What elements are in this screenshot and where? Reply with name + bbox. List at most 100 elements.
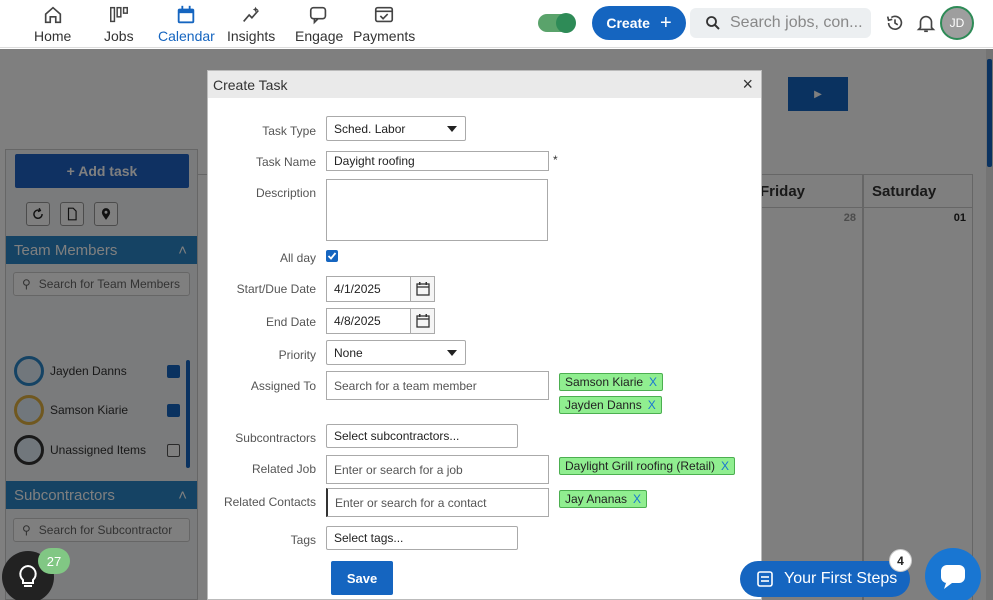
nav-payments[interactable]: Payments <box>353 4 415 44</box>
member-samson[interactable]: Samson Kiarie <box>14 394 184 426</box>
priority-select[interactable]: None <box>326 340 466 365</box>
caret-down-icon <box>447 349 457 356</box>
task-name-input[interactable]: Dayight roofing <box>326 151 549 171</box>
all-day-checkbox[interactable] <box>326 250 338 262</box>
nav-engage-label: Engage <box>295 28 344 44</box>
team-members-title: Team Members <box>14 241 118 259</box>
related-job-label: Related Job <box>251 462 316 476</box>
task-type-value: Sched. Labor <box>334 121 406 136</box>
scrollbar-thumb[interactable] <box>987 59 992 167</box>
task-type-select[interactable]: Sched. Labor <box>326 116 466 141</box>
map-button[interactable] <box>94 202 118 226</box>
day-cell[interactable]: 28 <box>752 207 863 600</box>
member-name: Samson Kiarie <box>50 403 129 417</box>
nav-jobs[interactable]: Jobs <box>104 4 134 44</box>
lightbulb-icon <box>19 564 37 587</box>
nav-home[interactable]: Home <box>34 4 71 44</box>
nav-calendar-label: Calendar <box>158 28 215 44</box>
toggle-switch[interactable] <box>538 13 576 33</box>
subcontractors-title: Subcontractors <box>14 486 115 504</box>
add-task-button[interactable]: + Add task <box>15 154 189 188</box>
first-steps-count-badge: 4 <box>889 549 912 572</box>
chat-button[interactable] <box>925 548 981 600</box>
calendar-icon <box>415 282 430 296</box>
remove-tag-button[interactable]: X <box>648 398 656 412</box>
check-icon <box>327 252 337 260</box>
nav-calendar[interactable]: Calendar <box>158 4 215 44</box>
next-button[interactable]: ▶ <box>788 77 848 111</box>
nav-home-label: Home <box>34 28 72 44</box>
nav-engage[interactable]: Engage <box>295 4 343 44</box>
tag-label: Jayden Danns <box>565 398 642 412</box>
member-checkbox[interactable] <box>167 364 180 378</box>
page-scrollbar[interactable] <box>986 49 993 600</box>
pdf-button[interactable] <box>60 202 84 226</box>
start-date-input[interactable]: 4/1/2025 <box>326 276 411 302</box>
calendar-icon <box>415 314 430 328</box>
team-search-input[interactable]: ⚲ Search for Team Members <box>13 272 190 296</box>
team-members-header[interactable]: Team Members ˄ <box>6 236 197 264</box>
assigned-to-label: Assigned To <box>250 379 316 393</box>
top-nav: Home Jobs Calendar Insights Engage Payme… <box>0 0 993 48</box>
remove-tag-button[interactable]: X <box>721 459 729 473</box>
tags-select[interactable]: Select tags... <box>326 526 518 550</box>
team-search-placeholder: Search for Team Members <box>38 277 180 291</box>
chevron-up-icon: ˄ <box>178 486 187 504</box>
nav-insights-label: Insights <box>227 28 276 44</box>
first-steps-label: Your First Steps <box>784 570 898 587</box>
task-type-label: Task Type <box>262 124 316 138</box>
member-checkbox[interactable] <box>167 403 180 417</box>
user-avatar[interactable]: JD <box>940 6 974 40</box>
refresh-button[interactable] <box>26 202 50 226</box>
plus-icon: + <box>659 12 672 34</box>
required-mark: * <box>553 153 558 167</box>
subcontractors-select[interactable]: Select subcontractors... <box>326 424 518 448</box>
day-label: Saturday <box>872 182 937 200</box>
member-name: Unassigned Items <box>50 443 147 457</box>
job-tag: Daylight Grill roofing (Retail) X <box>559 457 736 475</box>
assigned-to-input[interactable]: Search for a team member <box>326 371 549 400</box>
members-scrollbar[interactable] <box>186 360 190 468</box>
subcontractors-header[interactable]: Subcontractors ˄ <box>6 481 197 509</box>
end-date-label: End Date <box>265 315 316 329</box>
toggle-knob <box>556 13 576 33</box>
description-textarea[interactable] <box>326 179 548 241</box>
remove-tag-button[interactable]: X <box>649 375 657 389</box>
bell-icon[interactable] <box>915 12 937 34</box>
day-header-saturday: Saturday <box>863 175 973 207</box>
related-contacts-placeholder: Enter or search for a contact <box>335 495 487 510</box>
calendar-icon <box>178 5 195 24</box>
dialog-title-bar: Create Task × <box>208 71 761 98</box>
start-date-value: 4/1/2025 <box>334 282 381 296</box>
day-header-friday: Friday <box>752 175 863 207</box>
priority-value: None <box>334 345 363 360</box>
play-icon: ▶ <box>814 88 822 100</box>
member-unassigned[interactable]: Unassigned Items <box>14 434 184 466</box>
day-label: Friday <box>760 182 806 200</box>
remove-tag-button[interactable]: X <box>633 492 641 506</box>
end-date-picker-button[interactable] <box>411 308 435 334</box>
refresh-icon <box>33 207 43 219</box>
related-contacts-input[interactable]: Enter or search for a contact <box>326 488 549 517</box>
start-date-picker-button[interactable] <box>411 276 435 302</box>
subcontractor-search-input[interactable]: ⚲ Search for Subcontractor <box>13 518 190 542</box>
create-button[interactable]: Create + <box>592 6 686 40</box>
tag-label: Daylight Grill roofing (Retail) <box>565 459 716 473</box>
global-search-input[interactable]: Search jobs, con... <box>690 8 871 38</box>
end-date-input[interactable]: 4/8/2025 <box>326 308 411 334</box>
avatar <box>14 395 44 425</box>
caret-down-icon <box>447 125 457 132</box>
close-icon[interactable]: × <box>742 74 753 95</box>
global-search-placeholder: Search jobs, con... <box>730 14 863 31</box>
history-icon[interactable] <box>884 12 906 34</box>
save-button[interactable]: Save <box>331 561 393 595</box>
member-jayden[interactable]: Jayden Danns <box>14 355 184 387</box>
first-steps-button[interactable]: Your First Steps <box>740 561 910 597</box>
first-steps-count: 4 <box>897 553 904 568</box>
pdf-icon <box>67 207 77 221</box>
related-job-input[interactable]: Enter or search for a job <box>326 455 549 484</box>
day-cell[interactable]: 01 <box>863 207 973 600</box>
search-icon: ⚲ <box>22 523 31 537</box>
member-checkbox[interactable] <box>167 443 180 457</box>
nav-insights[interactable]: Insights <box>227 4 275 44</box>
